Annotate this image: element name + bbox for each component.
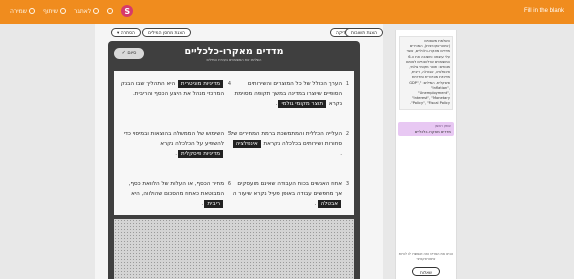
clock-icon — [107, 8, 114, 14]
save-label: שמירה — [10, 7, 27, 15]
answer-blank[interactable]: אבטלה — [317, 200, 341, 208]
sentence-tail: . — [275, 101, 278, 107]
clock-button[interactable] — [107, 8, 114, 14]
questions-button[interactable]: שאלות — [412, 267, 440, 276]
sentence-number: 6 — [227, 181, 231, 187]
answer-blank[interactable]: אינפלציה — [232, 140, 261, 148]
activity-type-title: Fill in the blank — [523, 8, 564, 14]
top-bar: S לאתגר שיתוף שמירה Fill in the blank — [0, 0, 574, 24]
sentence-number: 3 — [345, 181, 349, 187]
info-sidebar: השלמת משפטים (אינטראקטיבית), המכירים מדד… — [395, 30, 457, 279]
hide-dropdown[interactable]: הסתרה ▾ — [111, 28, 141, 37]
version-card-title: מדדים מאקרו-כלכליים — [414, 129, 451, 134]
sentence-text: מחיר הכסף, או העלות של הלוואת כסף, המבוט… — [128, 181, 224, 197]
sidebar-footer-text: הכינו את הפריט הזה ואפשרו לו להיות אינטר… — [398, 252, 454, 261]
sentence-item: 4 מדיניות מוניטרית היא התהליך שבו הבנק ה… — [112, 79, 231, 99]
answer-blank[interactable]: מדיניות מוניטרית — [177, 80, 223, 88]
worksheet-title: מדדים מאקרו-כלכליים — [184, 46, 284, 57]
sentence-number: 4 — [227, 81, 231, 87]
answer-blank[interactable]: ריבית — [204, 200, 223, 208]
challenge-button[interactable]: לאתגר — [74, 7, 100, 15]
challenge-label: לאתגר — [74, 7, 92, 15]
finish-button[interactable]: סיום ✓ — [114, 48, 144, 59]
show-answers-button[interactable]: הצגת תשובות — [345, 28, 384, 37]
share-button[interactable]: שיתוף — [43, 8, 66, 15]
activity-toolbar: הסתרה ▾ הצגת מחסן המילים בדיקה הצגת תשוב… — [95, 24, 384, 40]
sentence-item: 5 השימוש של הממשלה בהוצאות ובמיסוי כדי ל… — [112, 129, 231, 159]
save-button[interactable]: שמירה — [10, 8, 35, 15]
word-bank-button[interactable]: הצגת מחסן המילים — [142, 28, 191, 37]
heart-icon — [28, 8, 35, 14]
answer-blank[interactable]: תוצר מקומי גולמי — [278, 100, 327, 108]
sentence-item: 1 הערך הכולל של כל המוצרים והשירותים הסו… — [230, 79, 349, 109]
sentence-tail: . — [340, 151, 342, 157]
activity-stage: הסתרה ▾ הצגת מחסן המילים בדיקה הצגת תשוב… — [95, 24, 384, 279]
sentence-text: השימוש של הממשלה בהוצאות ובמיסוי כדי להש… — [123, 131, 224, 147]
share-icon — [60, 8, 66, 14]
flag-icon — [93, 8, 100, 14]
sentence-tail: . — [314, 201, 317, 207]
sentence-item: 3 אחוז האנשים בכוח העבודה שאינם מועסקים … — [230, 179, 349, 209]
sentence-tail: . — [175, 151, 177, 157]
app-logo[interactable]: S — [121, 5, 134, 17]
version-card[interactable]: עותק ראשון מדדים מאקרו-כלכליים — [398, 122, 454, 136]
share-label: שיתוף — [42, 7, 58, 15]
dotted-background — [114, 219, 354, 279]
sentence-number: 5 — [227, 131, 231, 137]
sentences-sheet: 1 הערך הכולל של כל המוצרים והשירותים הסו… — [114, 71, 354, 215]
sentence-number: 2 — [345, 131, 349, 137]
sentence-tail: . — [201, 201, 204, 207]
sentence-text: אחוז האנשים בכוח העבודה שאינם מועסקים אך… — [232, 181, 342, 197]
show-answers-label: הצגת תשובות — [351, 31, 378, 36]
worksheet-header: מדדים מאקרו-כלכליים השלימו את המשפטים בע… — [108, 41, 360, 67]
sentence-item: 6 מחיר הכסף, או העלות של הלוואת כסף, המב… — [112, 179, 231, 209]
answer-blank[interactable]: מדיניות פיסקלית — [177, 150, 223, 158]
top-bar-actions: S לאתגר שיתוף שמירה — [10, 5, 134, 17]
worksheet-card: מדדים מאקרו-כלכליים השלימו את המשפטים בע… — [108, 41, 360, 279]
sentence-number: 1 — [345, 81, 349, 87]
activity-description: השלמת משפטים (אינטראקטיבית), המכירים מדד… — [399, 36, 453, 110]
sentence-item: 2 העלייה הכללית והמתמשכת ברמת המחירים של… — [230, 129, 349, 159]
worksheet-subtitle: השלימו את המשפטים בעזרת המילים — [206, 58, 262, 62]
